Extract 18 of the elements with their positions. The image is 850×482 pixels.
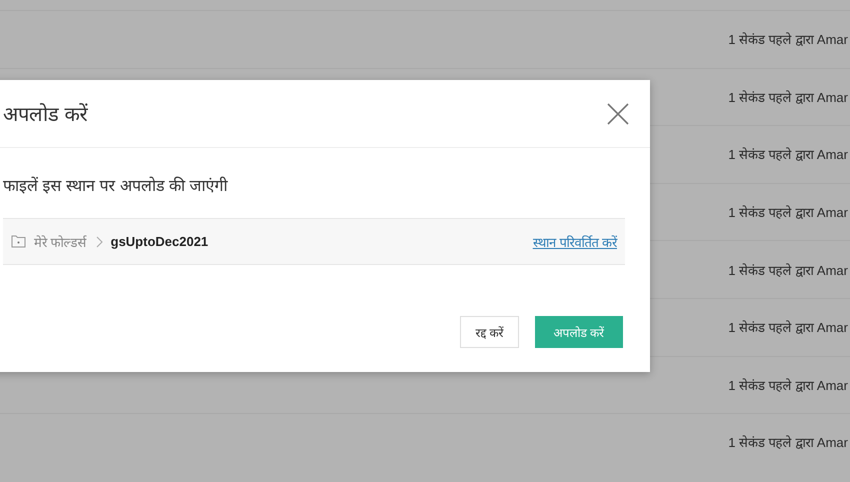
list-row[interactable]: 1 सेकंड पहले द्वारा Amar [0, 10, 850, 68]
folder-icon [11, 235, 26, 248]
dialog-message: फाइलें इस स्थान पर अपलोड की जाएंगी [3, 176, 229, 196]
modified-text: 1 सेकंड पहले द्वारा Amar [728, 262, 848, 279]
dialog-title: अपलोड करें [3, 102, 88, 127]
modified-text: 1 सेकंड पहले द्वारा Amar [728, 319, 848, 336]
modified-text: 1 सेकंड पहले द्वारा Amar [728, 31, 848, 48]
close-icon[interactable] [606, 102, 630, 126]
modified-text: 1 सेकंड पहले द्वारा Amar [728, 376, 848, 394]
change-location-link[interactable]: स्थान परिवर्तित करें [532, 232, 617, 250]
breadcrumb: gsUptoDec2021 [110, 234, 208, 249]
modified-text: 1 सेकंड पहले द्वारा Amar [728, 88, 848, 106]
modified-text: 1 सेकंड पहले द्वारा Amar [728, 146, 848, 164]
modified-text: 1 सेकंड पहले द्वारा Amar [728, 434, 848, 452]
modified-text: 1 सेकंड पहले द्वारा Amar [728, 204, 848, 222]
list-row[interactable]: 1 सेकंड पहले द्वारा Amar [0, 413, 850, 471]
chevron-icon [94, 236, 103, 248]
cancel-button[interactable]: रद्द करें [460, 316, 519, 348]
